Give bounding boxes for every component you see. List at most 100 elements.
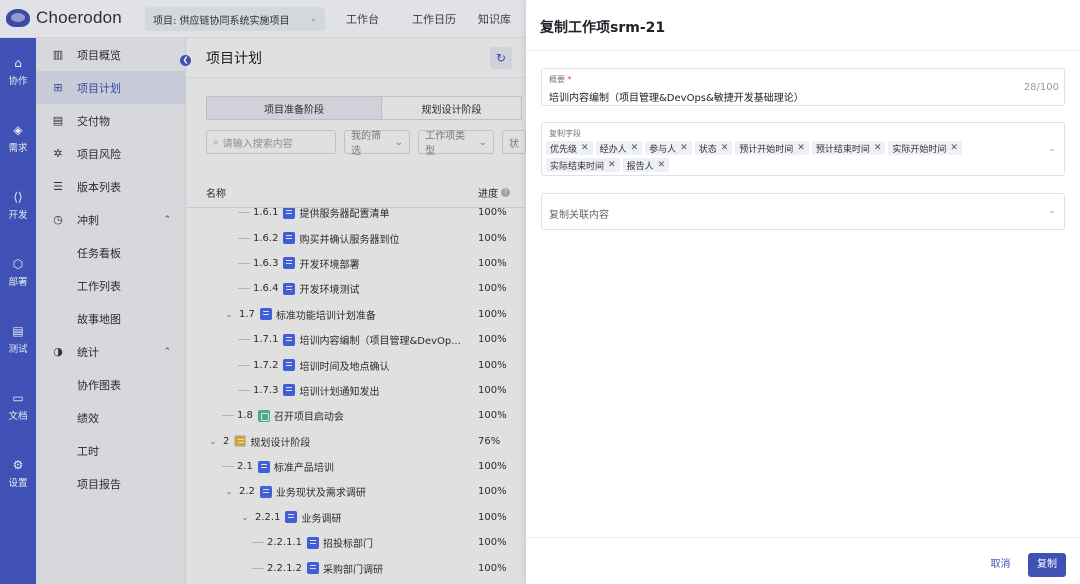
row-title[interactable]: 培训内容编制（项目管理&DevOp... [299, 332, 460, 347]
module-test[interactable]: ▤ 测试 [0, 306, 36, 373]
expand-toggle-icon[interactable]: ⌄ [206, 437, 220, 446]
project-select[interactable]: 项目: 供应链协同系统实施项目 ⌄ [145, 7, 325, 31]
table-row[interactable]: 1.7.3 培训计划通知发出 100% [186, 378, 526, 403]
table-row[interactable]: 1.6.3 开发环境部署 100% [186, 251, 526, 276]
refresh-icon[interactable]: ↻ [490, 47, 512, 69]
table-row[interactable]: 1.6.1 提供服务器配置清单 100% [186, 208, 526, 225]
module-docs[interactable]: ▭ 文档 [0, 373, 36, 440]
sidebar-item[interactable]: ▥ 项目概览 [36, 38, 185, 71]
sidebar-item[interactable]: ⊞ 项目计划 [36, 71, 185, 104]
close-icon[interactable]: ✕ [950, 143, 958, 153]
issue-type-select[interactable]: 工作项类型 ⌄ [418, 130, 494, 157]
nav-workbench[interactable]: 工作台 [346, 11, 412, 27]
sidebar-item[interactable]: ▤ 交付物 [36, 104, 185, 137]
table-row[interactable]: 1.6.2 购买并确认服务器到位 100% [186, 225, 526, 250]
table-row[interactable]: ⌄ 1.7 标准功能培训计划准备 100% [186, 302, 526, 327]
table-row[interactable]: 2.1 标准产品培训 100% [186, 454, 526, 479]
search-input[interactable]: ⌕ 请输入搜索内容 [206, 130, 336, 154]
sidebar-item[interactable]: 项目报告 [36, 467, 185, 500]
row-title[interactable]: 开发环境测试 [299, 281, 359, 296]
copy-fields-select[interactable]: 复制字段 优先级 ✕ 经办人 ✕ 参与人 ✕ 状态 ✕ 预计开始时间 ✕ 预计结束时间 ✕ 实际开始时间… [541, 122, 1065, 176]
chevron-down-icon[interactable]: ⌄ [1048, 206, 1056, 216]
sidebar-item-label: 交付物 [77, 114, 110, 128]
expand-toggle-icon[interactable]: ⌄ [238, 513, 252, 522]
close-icon[interactable]: ✕ [721, 143, 729, 153]
drawer-title: 复制工作项srm-21 [540, 20, 666, 36]
table-row[interactable]: 1.7.1 培训内容编制（项目管理&DevOp... 100% [186, 327, 526, 352]
field-tag-label: 报告人 [626, 161, 654, 172]
row-title[interactable]: 规划设计阶段 [250, 434, 310, 449]
module-code[interactable]: ⟨⟩ 开发 [0, 172, 36, 239]
task-icon [283, 282, 296, 295]
task-icon [307, 536, 319, 549]
divider [526, 537, 1080, 538]
main-content: 项目计划 ↻ 项目准备阶段 规划设计阶段 ⌕ 请输入搜索内容 我的筛选 ⌄ 工作… [186, 38, 526, 584]
table-row[interactable]: ⌄ 2 规划设计阶段 76% [186, 429, 526, 454]
module-collaborate[interactable]: ⌂ 协作 [0, 38, 36, 105]
divider [526, 50, 1080, 51]
row-title[interactable]: 采购部门调研 [323, 561, 383, 576]
module-requirement[interactable]: ◈ 需求 [0, 105, 36, 172]
row-title[interactable]: 业务调研 [301, 510, 341, 525]
copy-button[interactable]: 复制 [1028, 553, 1066, 577]
close-icon[interactable]: ✕ [581, 143, 589, 153]
expand-toggle-icon[interactable]: ⌄ [222, 310, 236, 319]
stage-tab-prepare[interactable]: 项目准备阶段 [206, 96, 382, 120]
table-row[interactable]: 1.6.4 开发环境测试 100% [186, 276, 526, 301]
row-title[interactable]: 购买并确认服务器到位 [299, 231, 399, 246]
chevron-up-icon[interactable]: ⌃ [163, 215, 171, 225]
sidebar-item[interactable]: ☰ 版本列表 [36, 170, 185, 203]
nav-calendar[interactable]: 工作日历 [412, 11, 478, 27]
row-title[interactable]: 培训计划通知发出 [299, 383, 379, 398]
logo[interactable]: Choerodon [6, 8, 122, 28]
collapse-sidebar-icon[interactable]: ❮ [180, 55, 191, 66]
copy-related-select[interactable]: 复制关联内容 ⌄ [541, 193, 1065, 230]
row-number: 1.7 [239, 308, 255, 320]
status-select[interactable]: 状 [502, 130, 526, 154]
row-title[interactable]: 标准功能培训计划准备 [276, 307, 376, 322]
table-row[interactable]: 2.2.1.1 招投标部门 100% [186, 530, 526, 555]
my-filter-select[interactable]: 我的筛选 ⌄ [343, 130, 411, 157]
module-label: 需求 [8, 142, 28, 154]
close-icon[interactable]: ✕ [797, 143, 805, 153]
search-icon: ⌕ [213, 136, 219, 148]
sidebar-item[interactable]: 故事地图 [36, 302, 185, 335]
row-title[interactable]: 标准产品培训 [274, 459, 334, 474]
table-row[interactable]: ⌄ 2.2 业务现状及需求调研 100% [186, 479, 526, 504]
table-row[interactable]: 2.2.1.2 采购部门调研 100% [186, 555, 526, 580]
row-title[interactable]: 提供服务器配置清单 [299, 208, 389, 220]
table-row[interactable]: 1.8 召开项目启动会 100% [186, 403, 526, 428]
chevron-up-icon[interactable]: ⌃ [163, 347, 171, 357]
sidebar-item[interactable]: ◑ 统计 ⌃ [36, 335, 185, 368]
sidebar-item[interactable]: ✲ 项目风险 [36, 137, 185, 170]
row-title[interactable]: 招投标部门 [323, 535, 373, 550]
sidebar-item[interactable]: ◷ 冲刺 ⌃ [36, 203, 185, 236]
row-title[interactable]: 培训时间及地点确认 [299, 358, 389, 373]
close-icon[interactable]: ✕ [874, 143, 882, 153]
row-title[interactable]: 开发环境部署 [299, 256, 359, 271]
module-settings[interactable]: ⚙ 设置 [0, 440, 36, 507]
summary-field[interactable]: 概要 * 培训内容编制（项目管理&DevOps&敏捷开发基础理论） 28/100 [541, 68, 1065, 106]
sidebar-item[interactable]: 工时 [36, 434, 185, 467]
table-row[interactable]: 1.7.2 培训时间及地点确认 100% [186, 352, 526, 377]
close-icon[interactable]: ✕ [680, 143, 688, 153]
row-number: 1.6.4 [253, 283, 279, 295]
module-deploy[interactable]: ⬡ 部署 [0, 239, 36, 306]
expand-toggle-icon[interactable]: ⌄ [222, 487, 236, 496]
chevron-down-icon[interactable]: ⌄ [1048, 144, 1056, 154]
page-header: 项目计划 ↻ [186, 38, 526, 78]
stage-tab-design[interactable]: 规划设计阶段 [382, 96, 522, 120]
cancel-button[interactable]: 取消 [982, 553, 1019, 577]
sidebar-item[interactable]: 任务看板 [36, 236, 185, 269]
table-row[interactable]: ⌄ 2.2.1 业务调研 100% [186, 505, 526, 530]
row-title[interactable]: 业务现状及需求调研 [276, 484, 366, 499]
row-title[interactable]: 召开项目启动会 [274, 408, 344, 423]
sidebar-item[interactable]: 工作列表 [36, 269, 185, 302]
close-icon[interactable]: ✕ [658, 160, 666, 170]
sidebar-item[interactable]: 绩效 [36, 401, 185, 434]
close-icon[interactable]: ✕ [608, 160, 616, 170]
help-icon[interactable]: ? [501, 188, 510, 197]
sidebar-item[interactable]: 协作图表 [36, 368, 185, 401]
close-icon[interactable]: ✕ [631, 143, 639, 153]
deliverable-icon: ▤ [52, 114, 64, 127]
